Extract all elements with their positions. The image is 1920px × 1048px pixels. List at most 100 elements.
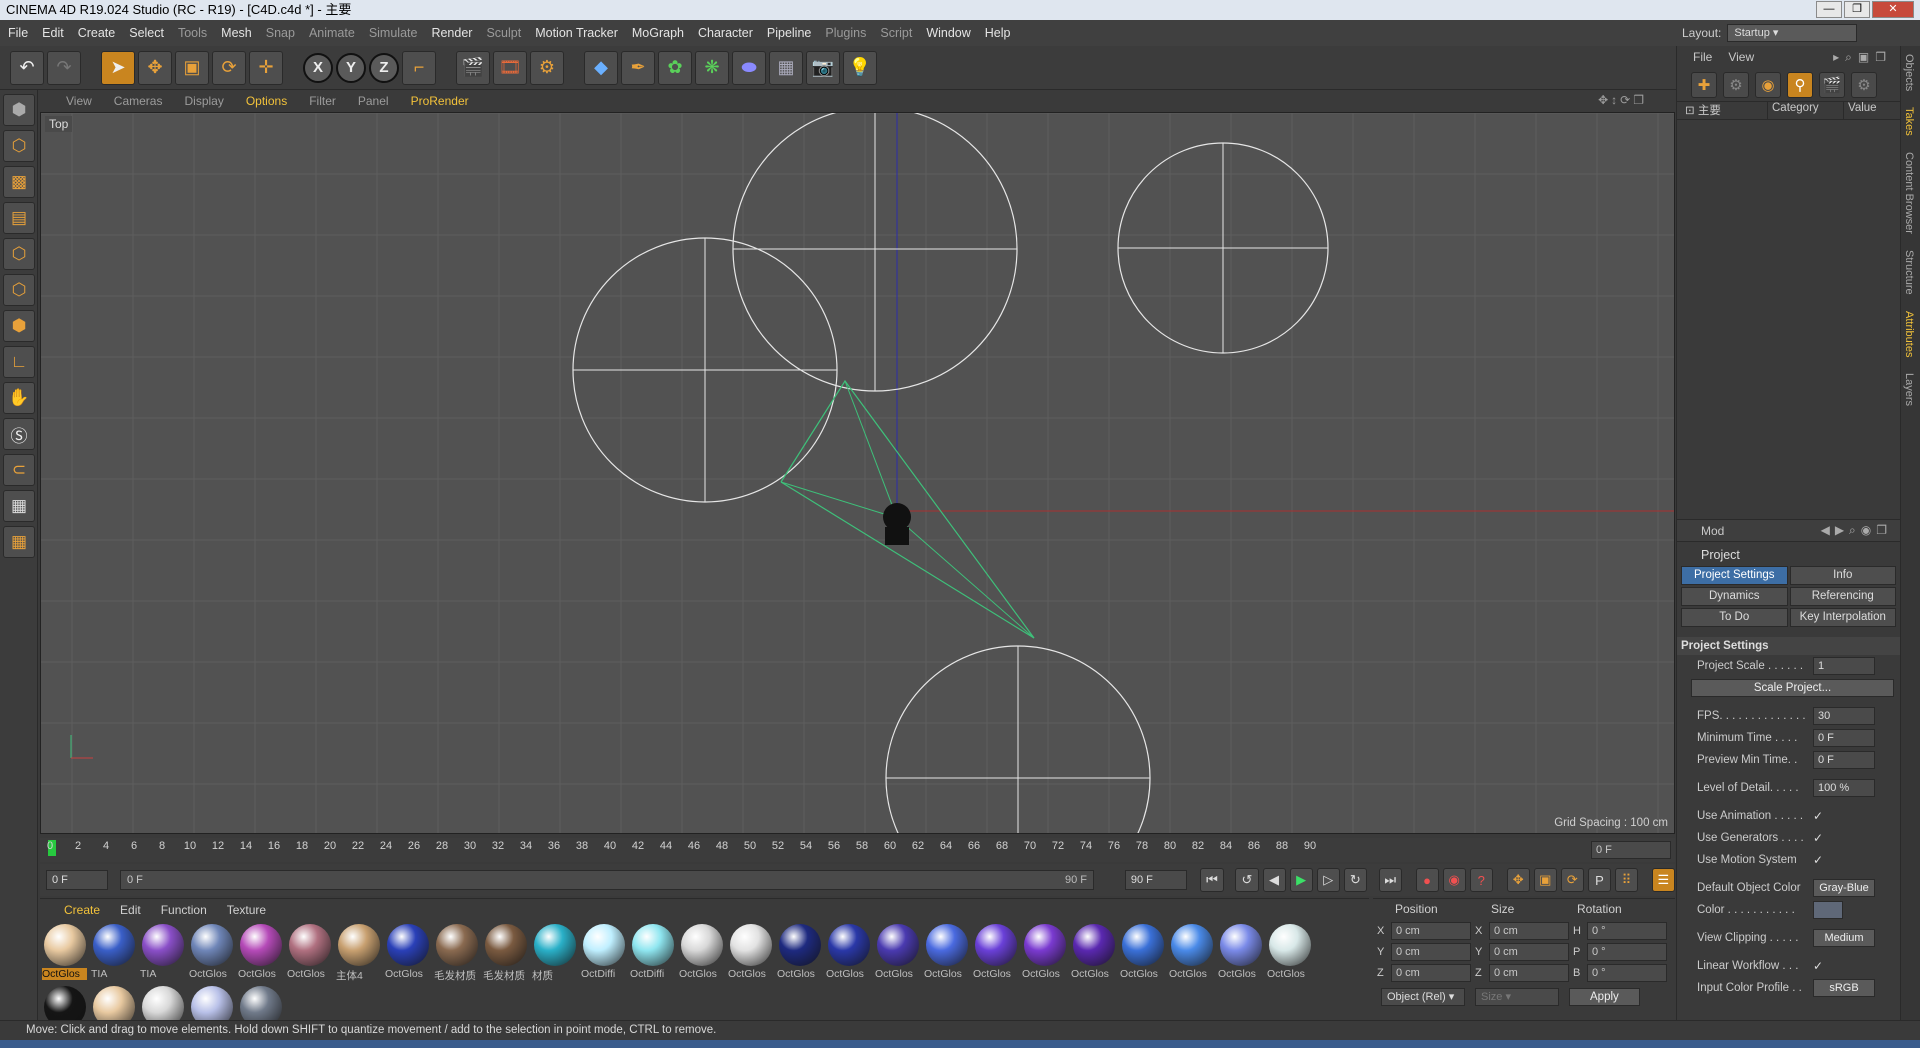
side-tab-attributes[interactable]: Attributes (1901, 303, 1917, 365)
timeline-ruler[interactable]: 0 2 4 6 8 10 12 14 16 18 20 22 24 26 28 30 32 34 36 38 40 42 4… (40, 838, 1675, 862)
object-menu-file[interactable]: File (1693, 50, 1712, 64)
checkbox-use-generators[interactable]: ✓ (1813, 831, 1833, 845)
material-item[interactable]: 主体4 (336, 923, 381, 985)
x-axis-lock-icon[interactable]: X (303, 52, 333, 83)
menu-script[interactable]: Script (880, 26, 912, 40)
menu-mograph[interactable]: MoGraph (632, 26, 684, 40)
viewport-menu-prorender[interactable]: ProRender (411, 94, 469, 108)
z-axis-lock-icon[interactable]: Z (369, 52, 399, 83)
tweak-mode-icon[interactable]: ✋ (3, 382, 35, 414)
dropdown-default-color[interactable]: Gray-Blue (1813, 879, 1875, 897)
coordinate-mode-dropdown[interactable]: Object (Rel) ▾ (1381, 988, 1465, 1006)
size-x-field[interactable]: 0 cm (1489, 922, 1569, 940)
go-to-start-icon[interactable]: ⏮ (1200, 868, 1224, 892)
viewport-menu-filter[interactable]: Filter (309, 94, 336, 108)
points-mode-icon[interactable]: ⬡ (3, 238, 35, 270)
menu-mesh[interactable]: Mesh (221, 26, 252, 40)
size-y-field[interactable]: 0 cm (1489, 943, 1569, 961)
pen-spline-icon[interactable]: ✒ (621, 50, 655, 85)
polygons-mode-icon[interactable]: ⬢ (3, 310, 35, 342)
menu-animate[interactable]: Animate (309, 26, 355, 40)
record-icon[interactable]: ● (1415, 868, 1439, 892)
side-tab-objects[interactable]: Objects (1901, 46, 1917, 99)
end-frame-field[interactable]: 90 F (1124, 870, 1187, 890)
viewport-top[interactable]: Top Grid Spacing : 100 cm (40, 112, 1675, 834)
redo-icon[interactable]: ↷ (47, 50, 81, 85)
material-item[interactable]: OctGlos (924, 923, 969, 985)
current-frame-field[interactable]: 0 F (1591, 841, 1671, 859)
field-min-time[interactable]: 0 F (1813, 729, 1875, 747)
deformer-icon[interactable]: ⬬ (732, 50, 766, 85)
render-view-icon[interactable]: 🎬 (456, 50, 490, 85)
scale-project-button[interactable]: Scale Project... (1691, 679, 1894, 697)
menu-character[interactable]: Character (698, 26, 753, 40)
rotate-tool-icon[interactable]: ⟳ (212, 50, 246, 85)
transform-tool-icon[interactable]: ✛ (249, 50, 283, 85)
texture-mode-icon[interactable]: ▩ (3, 166, 35, 198)
material-item[interactable]: OctGlos (777, 923, 822, 985)
side-tab-content-browser[interactable]: Content Browser (1901, 144, 1917, 242)
subdivision-icon[interactable]: ✿ (658, 50, 692, 85)
field-lod[interactable]: 100 % (1813, 779, 1875, 797)
checkbox-linear-workflow[interactable]: ✓ (1813, 959, 1833, 973)
new-take-icon[interactable]: ✚ (1691, 71, 1717, 98)
menu-create[interactable]: Create (78, 26, 116, 40)
material-item[interactable]: OctGlos (973, 923, 1018, 985)
material-menu-edit[interactable]: Edit (120, 903, 141, 917)
material-item[interactable]: OctGlos (287, 923, 332, 985)
material-menu-texture[interactable]: Texture (227, 903, 266, 917)
side-tab-takes[interactable]: Takes (1901, 99, 1917, 144)
next-key-icon[interactable]: ↻ (1343, 868, 1367, 892)
material-item[interactable]: OctGlos (42, 923, 87, 985)
object-menu-view[interactable]: View (1728, 50, 1754, 64)
camera-icon[interactable]: 📷 (806, 50, 840, 85)
side-tab-layers[interactable]: Layers (1901, 365, 1917, 414)
object-manager-tools-icon[interactable]: ▸⌕▣❐ (1833, 50, 1892, 65)
timeline-window-icon[interactable]: ☰ (1651, 868, 1675, 892)
material-item[interactable]: OctGlos (1169, 923, 1214, 985)
undo-icon[interactable]: ↶ (10, 50, 44, 85)
attributes-nav-icons[interactable]: ◀▶⌕◉❐ (1821, 523, 1892, 538)
material-item[interactable]: OctGlos (1267, 923, 1312, 985)
snap-icon[interactable]: Ⓢ (3, 418, 35, 450)
planar-workplane-icon[interactable]: ▦ (3, 526, 35, 558)
checkbox-use-motion[interactable]: ✓ (1813, 853, 1833, 867)
workplane-mode-icon[interactable]: ▤ (3, 202, 35, 234)
make-editable-icon[interactable]: ⬢ (3, 94, 35, 126)
viewport-menu-panel[interactable]: Panel (358, 94, 389, 108)
previous-frame-icon[interactable]: ◀ (1262, 868, 1286, 892)
render-settings-icon[interactable]: ⚙ (530, 50, 564, 85)
mograph-cloner-icon[interactable]: ❋ (695, 50, 729, 85)
field-project-scale[interactable]: 1 (1813, 657, 1875, 675)
tab-dynamics[interactable]: Dynamics (1681, 587, 1788, 606)
move-tool-icon[interactable]: ✥ (138, 50, 172, 85)
autokey-icon[interactable]: ◉ (1442, 868, 1466, 892)
position-y-field[interactable]: 0 cm (1391, 943, 1471, 961)
material-item[interactable]: OctGlos (679, 923, 724, 985)
swatch-color[interactable] (1813, 901, 1843, 919)
locked-workplane-icon[interactable]: ▦ (3, 490, 35, 522)
light-icon[interactable]: 💡 (843, 50, 877, 85)
material-item[interactable]: OctGlos (1022, 923, 1067, 985)
take-lock-icon[interactable]: ⚙ (1851, 71, 1877, 98)
edges-mode-icon[interactable]: ⬡ (3, 274, 35, 306)
menu-plugins[interactable]: Plugins (825, 26, 866, 40)
rotation-h-field[interactable]: 0 ° (1587, 922, 1667, 940)
position-z-field[interactable]: 0 cm (1391, 964, 1471, 982)
coordinate-system-icon[interactable]: ⌐ (402, 50, 436, 85)
take-override-icon[interactable]: ◉ (1755, 71, 1781, 98)
rotation-p-field[interactable]: 0 ° (1587, 943, 1667, 961)
material-item[interactable]: 材质 (532, 923, 577, 985)
viewport-menu-view[interactable]: View (66, 94, 92, 108)
material-item[interactable]: OctGlos (1218, 923, 1263, 985)
menu-snap[interactable]: Snap (266, 26, 295, 40)
tab-referencing[interactable]: Referencing (1789, 587, 1896, 606)
menu-tools[interactable]: Tools (178, 26, 207, 40)
dropdown-view-clipping[interactable]: Medium (1813, 929, 1875, 947)
play-icon[interactable]: ▶ (1289, 868, 1313, 892)
material-item[interactable]: TIA (140, 923, 185, 985)
rotation-b-field[interactable]: 0 ° (1587, 964, 1667, 982)
menu-edit[interactable]: Edit (42, 26, 64, 40)
menu-simulate[interactable]: Simulate (369, 26, 418, 40)
keyframe-selection-icon[interactable]: ? (1469, 868, 1493, 892)
